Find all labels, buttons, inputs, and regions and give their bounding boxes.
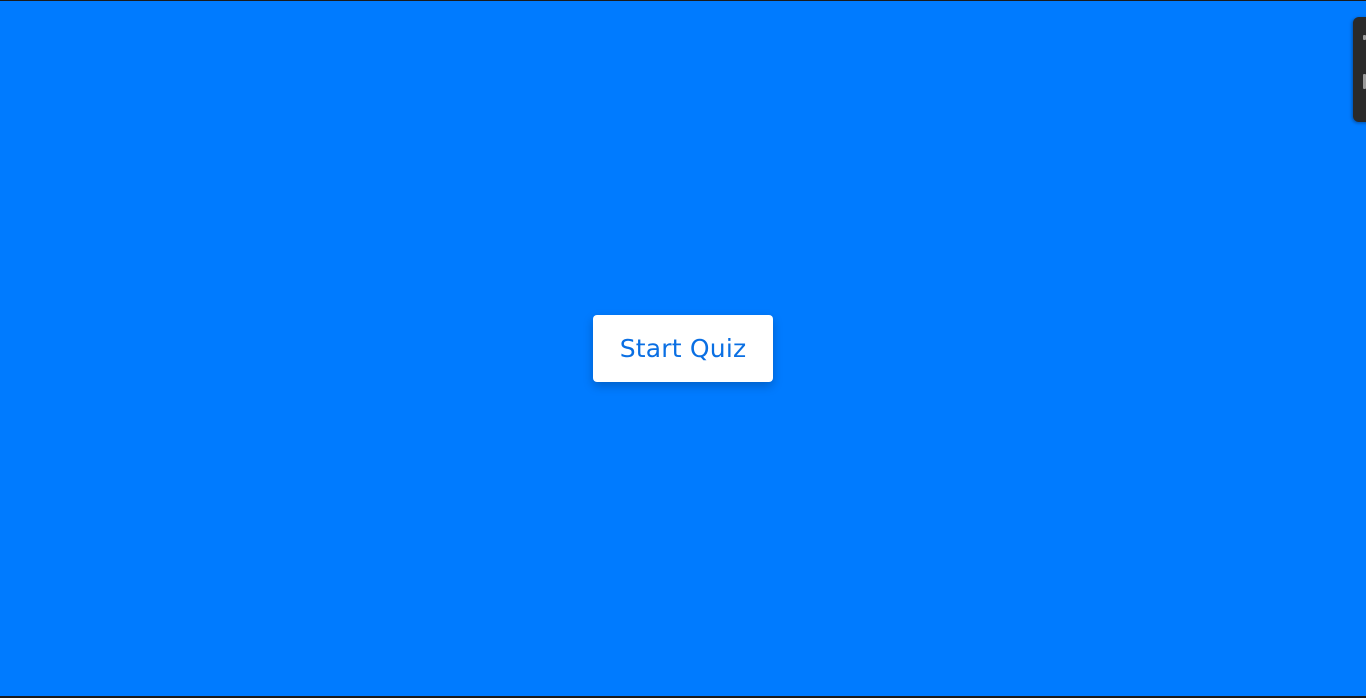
side-panel-handle[interactable] [1353,17,1366,122]
quiz-start-screen: Start Quiz [0,0,1366,698]
start-quiz-button[interactable]: Start Quiz [593,315,773,382]
